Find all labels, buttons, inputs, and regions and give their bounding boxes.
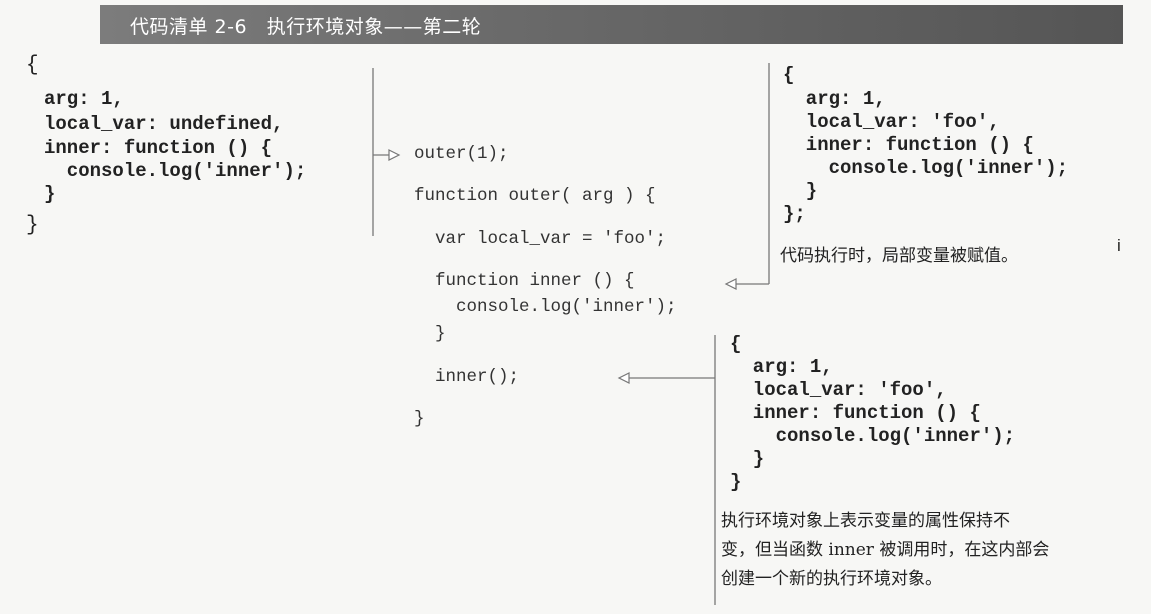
listing-header-bar: 代码清单 2-6 执行环境对象——第二轮: [100, 5, 1123, 44]
left-object-line: local_var: undefined,: [44, 113, 284, 135]
right-bottom-object-line: console.log('inner');: [730, 425, 1016, 447]
code-line: function outer( arg ) {: [414, 186, 656, 206]
code-line: function inner () {: [414, 271, 635, 291]
right-bottom-caption-line: 变，但当函数 inner 被调用时，在这内部会: [721, 540, 1050, 560]
right-arrow-icon: [388, 149, 401, 161]
code-line: console.log('inner');: [414, 297, 677, 317]
left-object-line: console.log('inner');: [44, 160, 307, 182]
right-top-object-line: }: [783, 180, 818, 202]
right-bottom-caption-line: 创建一个新的执行环境对象。: [721, 569, 942, 589]
left-object-close-brace: }: [26, 214, 39, 237]
right-bottom-object-line: arg: 1,: [730, 356, 833, 378]
right-bottom-object-line: local_var: 'foo',: [730, 379, 947, 401]
right-top-object-line: local_var: 'foo',: [783, 111, 1000, 133]
right-top-object-line: arg: 1,: [783, 88, 886, 110]
right-top-caption: 代码执行时，局部变量被赋值。: [780, 246, 1018, 266]
right-top-object-line: console.log('inner');: [783, 157, 1069, 179]
right-top-object-line: {: [783, 64, 795, 86]
listing-title: 代码清单 2-6 执行环境对象——第二轮: [130, 16, 482, 38]
right-top-object-line: };: [783, 203, 806, 225]
right-top-object-line: inner: function () {: [783, 134, 1034, 156]
left-object-line: inner: function () {: [44, 137, 273, 159]
right-bottom-object-line: inner: function () {: [730, 402, 981, 424]
right-bottom-caption-line: 执行环境对象上表示变量的属性保持不: [721, 511, 1010, 531]
code-line: inner();: [414, 367, 520, 387]
left-object-line: arg: 1,: [44, 88, 124, 110]
code-line: }: [414, 409, 425, 429]
code-line: }: [414, 324, 446, 344]
right-bottom-object-line: }: [730, 448, 765, 470]
code-line: var local_var = 'foo';: [414, 229, 667, 249]
left-object-open-brace: {: [26, 54, 39, 77]
left-arrow-icon: [617, 372, 630, 384]
stray-print-mark: i: [1117, 236, 1121, 255]
code-line: outer(1);: [414, 144, 509, 164]
right-bottom-object-line: }: [730, 471, 742, 493]
left-arrow-icon: [724, 278, 737, 290]
right-bottom-object-line: {: [730, 333, 742, 355]
left-object-line: }: [44, 183, 56, 205]
